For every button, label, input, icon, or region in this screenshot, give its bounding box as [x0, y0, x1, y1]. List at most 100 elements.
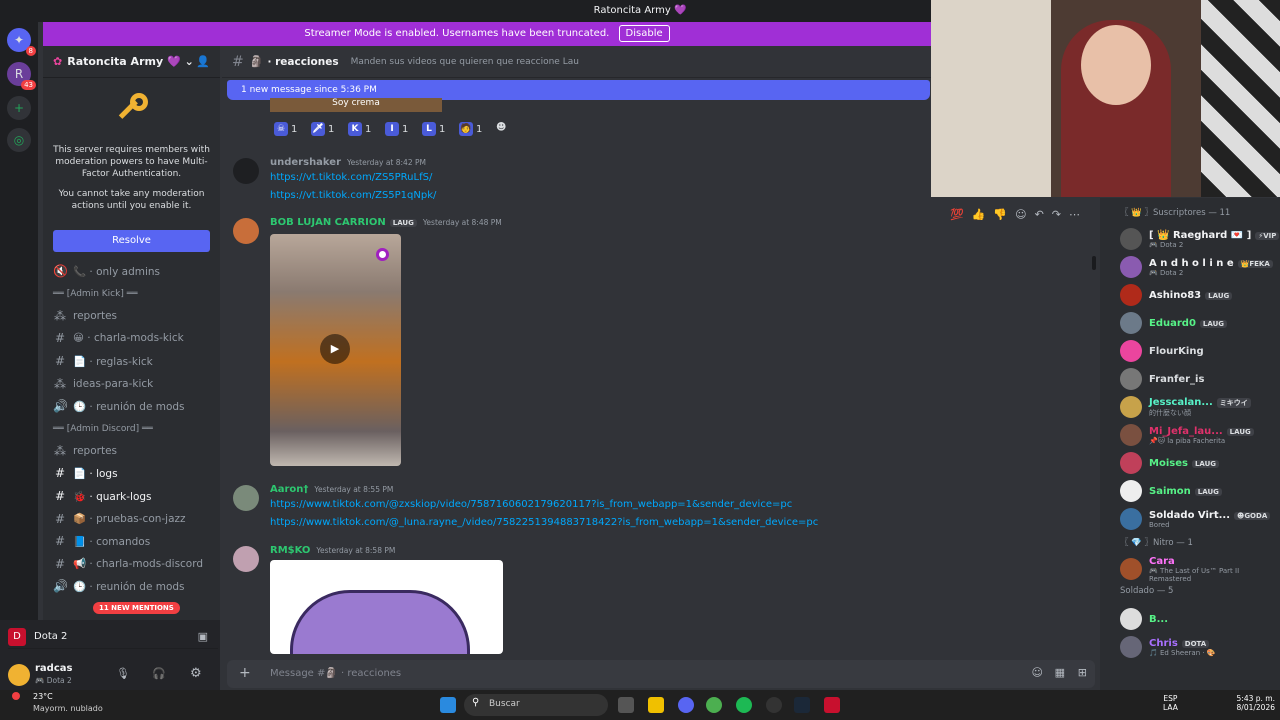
- channel-item[interactable]: # 📘 · comandos: [43, 530, 220, 553]
- author-name[interactable]: RM$KO: [270, 545, 310, 556]
- discord-taskbar-icon[interactable]: [678, 697, 694, 713]
- reaction-pill[interactable]: L1: [422, 122, 445, 136]
- weather-desc[interactable]: Mayorm. nublado: [33, 704, 103, 713]
- channel-item[interactable]: # 📢 · charla-mods-discord: [43, 553, 220, 576]
- video-embed[interactable]: ▶: [270, 234, 401, 466]
- play-icon[interactable]: ▶: [320, 334, 350, 364]
- channel-item[interactable]: 🔊 🕒 · reunión de mods: [43, 575, 220, 598]
- task-view-icon[interactable]: [618, 697, 634, 713]
- channel-item[interactable]: # 📄 · logs: [43, 462, 220, 485]
- reaction-100-icon[interactable]: 💯: [950, 208, 964, 221]
- channel-item[interactable]: ⁂ reportes: [43, 440, 220, 463]
- reaction-pill[interactable]: 🗡 1: [311, 122, 334, 136]
- settings-gear-icon[interactable]: ⚙: [190, 666, 202, 681]
- explore-icon[interactable]: ◎: [7, 128, 31, 152]
- microphone-icon[interactable]: 🎙: [116, 667, 130, 680]
- member-item[interactable]: [ 👑 Raeghard 💌 ] ⚡VIP 🎮 Dota 2: [1120, 226, 1280, 252]
- thumbs-up-icon[interactable]: 👍: [972, 208, 986, 221]
- channel-category[interactable]: ══ [Admin Kick] ══: [43, 283, 220, 305]
- headphones-icon[interactable]: 🎧: [152, 667, 166, 680]
- thumbs-down-icon[interactable]: 👎: [993, 208, 1007, 221]
- chrome-icon[interactable]: [706, 697, 722, 713]
- voice-panel[interactable]: D Dota 2 ▣: [8, 625, 218, 649]
- server-icon[interactable]: R 43: [7, 62, 36, 90]
- scrollbar[interactable]: [1092, 256, 1096, 270]
- avatar[interactable]: [8, 664, 30, 686]
- add-reaction-icon[interactable]: ☻: [496, 122, 506, 133]
- steam-icon[interactable]: [794, 697, 810, 713]
- weather-temp[interactable]: 23°C: [33, 692, 53, 701]
- sticker-icon[interactable]: ▦: [1055, 666, 1065, 679]
- member-item[interactable]: Mi_Jefa_lau... LAUG 📌🐱 la piba Facherita: [1120, 422, 1280, 448]
- reaction-pill[interactable]: K1: [348, 122, 371, 136]
- message-author[interactable]: undershaker Yesterday at 8:42 PM: [270, 157, 426, 168]
- member-item[interactable]: Saimon LAUG: [1120, 478, 1280, 504]
- message-author[interactable]: Aaron† Yesterday at 8:55 PM: [270, 484, 393, 495]
- message-link[interactable]: https://vt.tiktok.com/ZS5PRuLfS/: [270, 172, 432, 183]
- avatar[interactable]: [233, 485, 259, 511]
- spotify-icon[interactable]: [736, 697, 752, 713]
- member-item[interactable]: Eduard0 LAUG: [1120, 310, 1280, 336]
- add-attachment-icon[interactable]: +: [239, 665, 251, 681]
- channel-category[interactable]: ══ [Admin Discord] ══: [43, 418, 220, 440]
- member-item[interactable]: B...: [1120, 606, 1280, 632]
- avatar[interactable]: [233, 546, 259, 572]
- clock[interactable]: 5:43 p. m. 8/01/2026: [1225, 694, 1275, 712]
- disable-streamer-button[interactable]: Disable: [618, 25, 670, 42]
- member-item[interactable]: Franfer_is: [1120, 366, 1280, 392]
- resolve-button[interactable]: Resolve: [53, 230, 210, 252]
- message-author[interactable]: RM$KO Yesterday at 8:58 PM: [270, 545, 395, 556]
- message-link[interactable]: https://www.tiktok.com/@zxskiop/video/75…: [270, 499, 792, 510]
- reaction-pill[interactable]: ☠ 1: [274, 122, 297, 136]
- file-explorer-icon[interactable]: [648, 697, 664, 713]
- member-item[interactable]: Jesscalan... ミキウイ 的什麼ない顔: [1120, 394, 1280, 420]
- author-name[interactable]: BOB LUJAN CARRION: [270, 217, 386, 228]
- search-box[interactable]: ⚲ Buscar: [464, 694, 608, 716]
- member-item[interactable]: Ashino83 LAUG: [1120, 282, 1280, 308]
- gift-icon[interactable]: ⊞: [1078, 666, 1087, 679]
- channel-topic[interactable]: Manden sus videos que quieren que reacci…: [351, 57, 579, 67]
- forward-icon[interactable]: ↷: [1052, 208, 1061, 221]
- channel-item[interactable]: ⁂ reportes: [43, 305, 220, 328]
- message-input[interactable]: Message #🗿 · reacciones: [270, 668, 401, 679]
- channel-item[interactable]: 🔊 🕒 · reunión de mods: [43, 395, 220, 418]
- channel-item[interactable]: 🔇 📞 · only admins: [43, 260, 220, 283]
- channel-item[interactable]: # 😀 · charla-mods-kick: [43, 327, 220, 350]
- invite-icon[interactable]: 👤: [196, 55, 210, 68]
- more-icon[interactable]: ⋯: [1069, 208, 1080, 221]
- obs-icon[interactable]: [766, 697, 782, 713]
- channel-item[interactable]: # 🐞 · quark-logs: [43, 485, 220, 508]
- windows-start-icon[interactable]: [440, 697, 456, 713]
- avatar[interactable]: [233, 218, 259, 244]
- language-indicator[interactable]: ESP LAA: [1163, 694, 1178, 712]
- message-composer[interactable]: + Message #🗿 · reacciones ☺ ▦ ⊞: [227, 660, 1095, 688]
- activity-screen-icon[interactable]: ▣: [198, 630, 208, 643]
- member-item[interactable]: Moises LAUG: [1120, 450, 1280, 476]
- member-item[interactable]: Soldado Virt... ☻GODA Bored: [1120, 506, 1280, 532]
- member-item[interactable]: Chris DOTA 🎵 Ed Sheeran · 🎨: [1120, 634, 1280, 660]
- message-link[interactable]: https://vt.tiktok.com/ZS5P1qNpk/: [270, 190, 436, 201]
- member-item[interactable]: A n d h o l i n e 👑FEKA 🎮 Dota 2: [1120, 254, 1280, 280]
- avatar[interactable]: [233, 158, 259, 184]
- author-name[interactable]: Aaron†: [270, 484, 308, 495]
- author-name[interactable]: undershaker: [270, 157, 341, 168]
- add-server-icon[interactable]: +: [7, 96, 31, 120]
- new-messages-bar[interactable]: 1 new message since 5:36 PM: [227, 80, 930, 100]
- discord-home-icon[interactable]: ✦ 8: [7, 28, 36, 56]
- server-header[interactable]: ✿ Ratoncita Army 💜 ⌄ 👤: [43, 46, 220, 78]
- message-link[interactable]: https://www.tiktok.com/@_luna.rayne_/vid…: [270, 517, 818, 528]
- emoji-icon[interactable]: ☺: [1032, 666, 1043, 679]
- reaction-pill[interactable]: I1: [385, 122, 408, 136]
- dota-taskbar-icon[interactable]: [824, 697, 840, 713]
- message-author[interactable]: BOB LUJAN CARRION LAUG Yesterday at 8:48 P…: [270, 217, 502, 228]
- add-reaction-icon[interactable]: ☺: [1015, 208, 1026, 221]
- channel-item[interactable]: ⁂ ideas-para-kick: [43, 372, 220, 395]
- channel-item[interactable]: # 📄 · reglas-kick: [43, 350, 220, 373]
- image-embed[interactable]: [270, 560, 503, 654]
- new-mentions-pill[interactable]: 11 NEW MENTIONS: [93, 602, 180, 614]
- channel-item[interactable]: # 📦 · pruebas-con-jazz: [43, 507, 220, 530]
- reaction-pill[interactable]: 🧑 1: [459, 122, 482, 136]
- reply-icon[interactable]: ↶: [1035, 208, 1044, 221]
- member-item[interactable]: FlourKing: [1120, 338, 1280, 364]
- member-item[interactable]: Cara 🎮 The Last of Us™ Part II Remastered: [1120, 556, 1280, 583]
